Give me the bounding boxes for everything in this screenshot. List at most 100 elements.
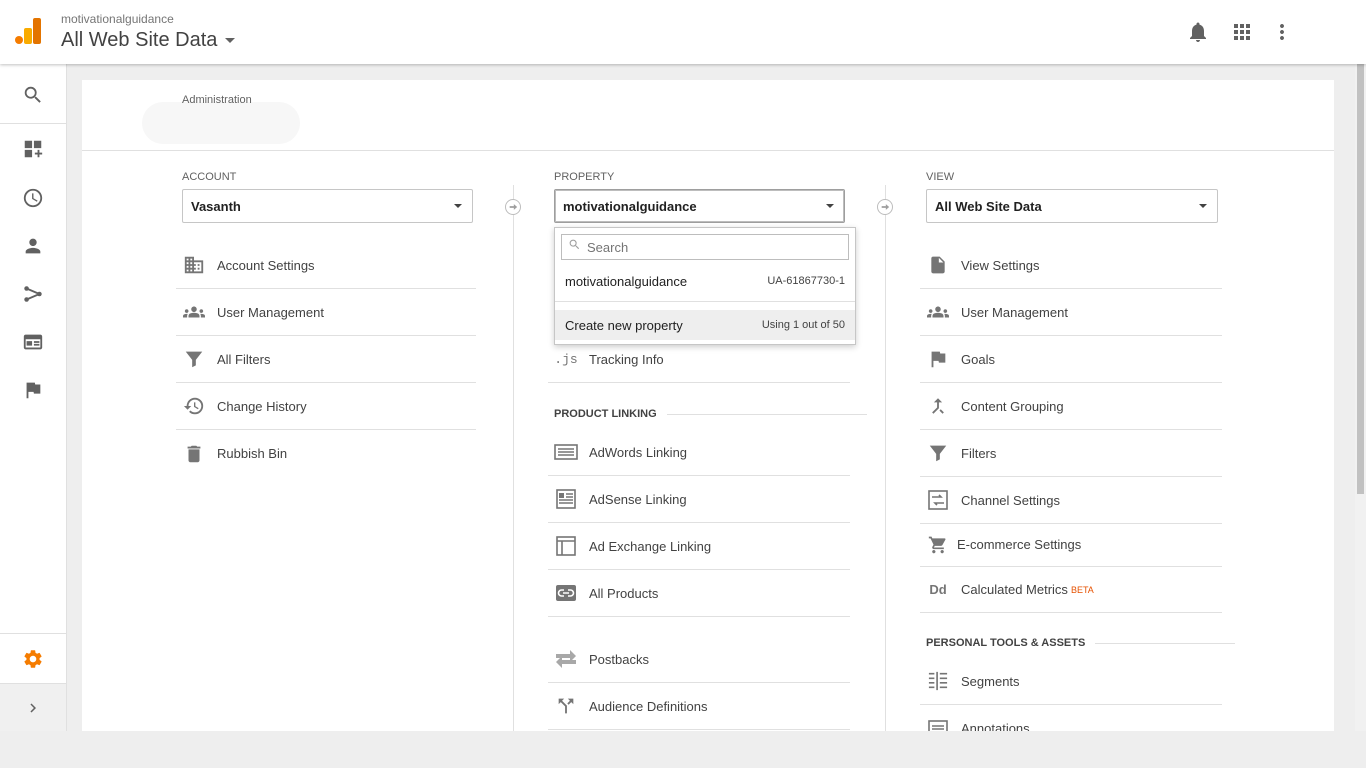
calculated-metrics-link[interactable]: Dd Calculated Metrics BETA <box>920 567 1222 613</box>
adsense-linking-link[interactable]: AdSense Linking <box>548 476 850 523</box>
link-icon <box>554 581 578 605</box>
filter-icon <box>182 347 206 371</box>
menu-item-label: AdSense Linking <box>589 491 687 507</box>
menu-item-label: E-commerce Settings <box>957 537 1082 552</box>
redacted-area <box>142 102 300 144</box>
cart-icon <box>926 533 950 557</box>
scrollbar-thumb[interactable] <box>1357 64 1364 494</box>
document-icon <box>926 253 950 277</box>
channel-settings-link[interactable]: Channel Settings <box>920 477 1222 524</box>
product-linking-heading: PRODUCT LINKING <box>554 408 867 420</box>
property-select[interactable]: motivationalguidance <box>554 189 845 223</box>
filter-icon <box>926 441 950 465</box>
adwords-icon <box>554 440 578 464</box>
menu-item-label: Audience Definitions <box>589 698 708 714</box>
view-settings-link[interactable]: View Settings <box>920 242 1222 289</box>
view-select[interactable]: All Web Site Data <box>926 189 1218 223</box>
js-icon: .js <box>554 347 578 371</box>
notifications-icon[interactable] <box>1186 20 1210 44</box>
property-option[interactable]: motivationalguidance UA-61867730-1 <box>555 268 855 294</box>
property-usage-count: Using 1 out of 50 <box>761 319 845 331</box>
section-heading-text: PERSONAL TOOLS & ASSETS <box>926 637 1086 649</box>
acquisition-icon[interactable] <box>0 270 66 318</box>
menu-item-label: Calculated Metrics <box>961 582 1068 597</box>
section-heading-text: PRODUCT LINKING <box>554 408 657 420</box>
clock-icon[interactable] <box>0 174 66 222</box>
account-settings-link[interactable]: Account Settings <box>176 242 476 289</box>
audience-fork-icon <box>554 694 578 718</box>
person-icon[interactable] <box>0 222 66 270</box>
postbacks-link[interactable]: Postbacks <box>548 636 850 683</box>
annotations-link[interactable]: Annotations <box>920 705 1222 731</box>
create-new-property-label: Create new property <box>565 317 683 333</box>
menu-item-label: Filters <box>961 445 997 461</box>
property-dropdown: motivationalguidance UA-61867730-1 Creat… <box>554 227 856 345</box>
more-vert-icon[interactable] <box>1270 20 1294 44</box>
view-filters-link[interactable]: Filters <box>920 430 1222 477</box>
menu-item-label: Content Grouping <box>961 398 1064 414</box>
menu-item-label: Postbacks <box>589 651 649 667</box>
view-column-label: VIEW <box>926 171 955 183</box>
adsense-icon <box>554 487 578 511</box>
apps-grid-icon[interactable] <box>1230 20 1254 44</box>
building-icon <box>182 253 206 277</box>
property-search-input[interactable] <box>587 239 837 255</box>
menu-item-label: Segments <box>961 673 1020 689</box>
menu-item-label: User Management <box>961 304 1068 320</box>
trash-icon <box>182 442 206 466</box>
view-user-management-link[interactable]: User Management <box>920 289 1222 336</box>
caret-down-icon <box>225 38 236 43</box>
adwords-linking-link[interactable]: AdWords Linking <box>548 429 850 476</box>
chevron-right-icon[interactable] <box>0 683 66 731</box>
content-grouping-link[interactable]: Content Grouping <box>920 383 1222 430</box>
page-title: Administration <box>182 94 252 106</box>
property-option-name: motivationalguidance <box>565 273 688 289</box>
channel-icon <box>926 488 950 512</box>
property-search-field[interactable] <box>561 234 849 260</box>
menu-item-label: User Management <box>217 304 324 320</box>
browser-window-icon[interactable] <box>0 318 66 366</box>
dashboard-add-icon[interactable] <box>0 125 66 173</box>
account-user-management-link[interactable]: User Management <box>176 289 476 336</box>
goals-link[interactable]: Goals <box>920 336 1222 383</box>
page-footer-band <box>0 731 1366 768</box>
menu-item-label: Goals <box>961 351 995 367</box>
flag-icon <box>926 347 950 371</box>
account-select-value: Vasanth <box>191 198 241 214</box>
menu-item-label: Channel Settings <box>961 492 1061 508</box>
menu-item-label: All Products <box>589 585 659 601</box>
all-filters-link[interactable]: All Filters <box>176 336 476 383</box>
segments-link[interactable]: Segments <box>920 658 1222 705</box>
ecommerce-settings-link[interactable]: E-commerce Settings <box>920 523 1222 567</box>
change-history-link[interactable]: Change History <box>176 383 476 430</box>
account-column-label: ACCOUNT <box>182 171 237 183</box>
menu-item-label: AdWords Linking <box>589 444 688 460</box>
history-icon <box>182 394 206 418</box>
arrow-right-icon <box>505 199 521 215</box>
annotations-icon <box>926 717 950 731</box>
page-scrollbar[interactable] <box>1355 64 1366 731</box>
adexchange-icon <box>554 534 578 558</box>
menu-item-label: Change History <box>217 398 307 414</box>
account-name: motivationalguidance <box>61 12 174 26</box>
js-icon-text: .js <box>554 351 578 367</box>
create-new-property-option[interactable]: Create new property Using 1 out of 50 <box>555 310 855 340</box>
menu-item-label: Ad Exchange Linking <box>589 538 712 554</box>
menu-item-label: Tracking Info <box>589 351 664 367</box>
menu-item-label: View Settings <box>961 257 1040 273</box>
search-icon[interactable] <box>0 71 66 119</box>
flag-icon[interactable] <box>0 366 66 414</box>
ad-exchange-linking-link[interactable]: Ad Exchange Linking <box>548 523 850 570</box>
view-selector[interactable]: All Web Site Data <box>61 29 236 52</box>
audience-definitions-link[interactable]: Audience Definitions <box>548 683 850 730</box>
postbacks-icon <box>554 647 578 671</box>
analytics-logo-icon[interactable] <box>15 18 41 44</box>
admin-gear-icon[interactable] <box>0 635 66 683</box>
people-icon <box>182 300 206 324</box>
all-products-link[interactable]: All Products <box>548 570 850 617</box>
account-select[interactable]: Vasanth <box>182 189 473 223</box>
property-column-label: PROPERTY <box>554 171 615 183</box>
caret-down-icon <box>1199 204 1207 208</box>
search-icon <box>568 238 581 256</box>
rubbish-bin-link[interactable]: Rubbish Bin <box>176 430 476 477</box>
